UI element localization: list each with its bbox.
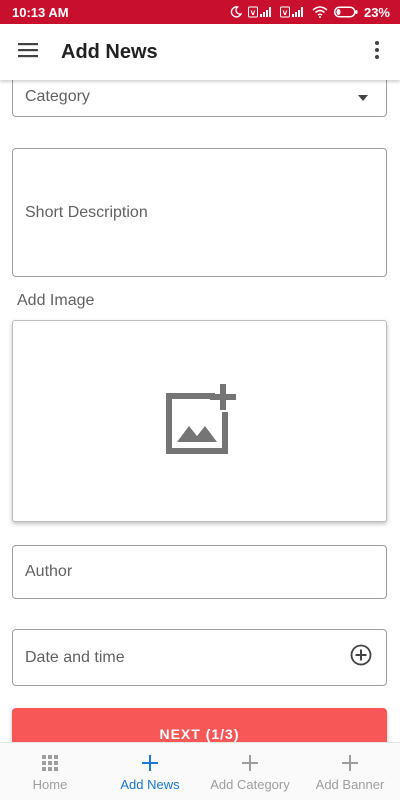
screen: 10:13 AM V V 23% Add News Category Short…	[0, 0, 400, 800]
battery-percent: 23%	[363, 4, 390, 20]
nav-item-add-banner[interactable]: Add Banner	[300, 743, 400, 800]
author-input[interactable]: Author	[12, 545, 387, 599]
plus-icon	[342, 752, 358, 774]
date-time-placeholder: Date and time	[25, 648, 125, 666]
add-image-label: Add Image	[17, 292, 95, 309]
volte-signal-icon: V	[247, 6, 274, 18]
apps-grid-icon	[42, 752, 58, 774]
nav-label-home: Home	[32, 777, 68, 792]
volte-signal-2-icon: V	[279, 6, 306, 18]
add-photo-icon	[163, 382, 237, 461]
status-icons: V V 23%	[230, 5, 390, 20]
image-picker[interactable]	[12, 320, 387, 522]
plus-icon	[242, 752, 258, 774]
svg-text:V: V	[283, 10, 288, 17]
more-options-button[interactable]	[354, 24, 400, 80]
app-bar: Add News	[0, 24, 400, 80]
svg-text:V: V	[251, 10, 256, 17]
plus-icon	[142, 752, 158, 774]
moon-icon	[230, 6, 242, 18]
bottom-navigation: Home Add News Add Category Add Banner	[0, 742, 400, 800]
nav-item-add-news[interactable]: Add News	[100, 743, 200, 800]
menu-button[interactable]	[0, 24, 56, 80]
status-bar: 10:13 AM V V 23%	[0, 0, 400, 24]
nav-label-add-news: Add News	[120, 777, 180, 792]
page-title: Add News	[61, 40, 158, 63]
more-vert-icon	[375, 40, 379, 64]
date-time-input[interactable]: Date and time	[12, 629, 387, 686]
battery-icon	[333, 6, 358, 18]
nav-label-add-category: Add Category	[210, 777, 290, 792]
status-time: 10:13 AM	[12, 4, 69, 20]
hamburger-menu-icon	[18, 42, 38, 63]
short-description-input[interactable]: Short Description	[12, 148, 387, 277]
wifi-icon	[312, 6, 328, 18]
category-placeholder: Category	[25, 87, 90, 105]
nav-item-add-category[interactable]: Add Category	[200, 743, 300, 800]
short-description-placeholder: Short Description	[25, 203, 148, 221]
add-circle-icon[interactable]	[350, 644, 372, 671]
author-placeholder: Author	[25, 563, 73, 580]
nav-item-home[interactable]: Home	[0, 743, 100, 800]
nav-label-add-banner: Add Banner	[315, 777, 385, 792]
dropdown-arrow-icon	[358, 88, 368, 106]
